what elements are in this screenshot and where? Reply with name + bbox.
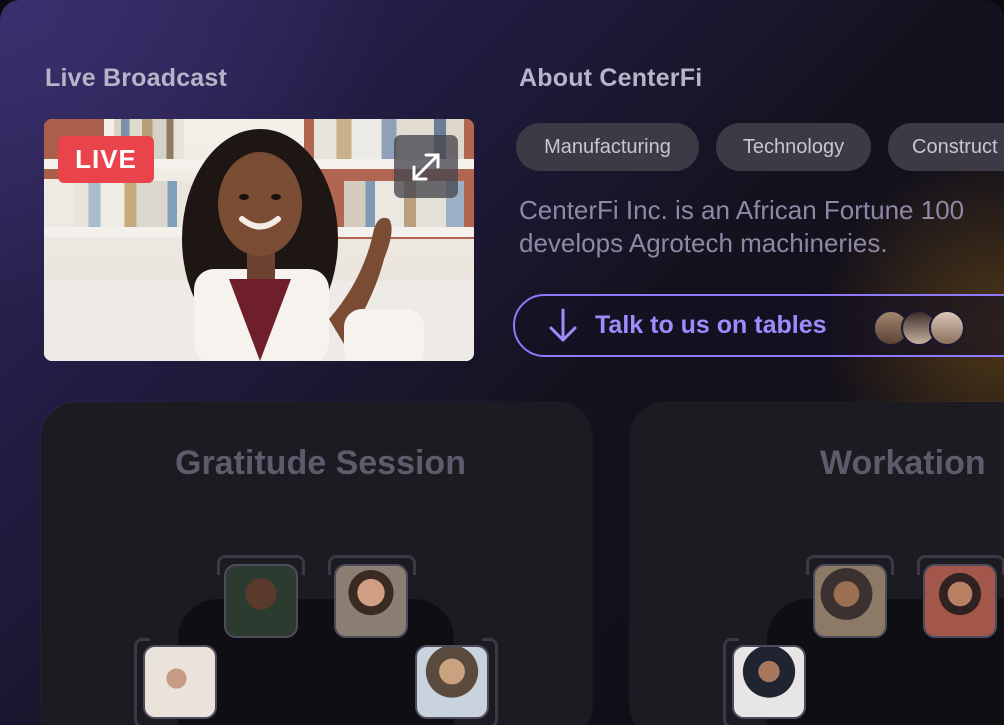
arrow-down-icon [549,308,577,342]
tag-technology[interactable]: Technology [716,123,871,171]
table-shape [178,599,454,725]
seat-avatar[interactable] [923,564,997,638]
app-frame: Live Broadcast LIVE About CenterFi Manuf… [0,0,1004,725]
description-line: CenterFi Inc. is an African Fortune 100 [519,195,965,225]
participant-avatar [929,310,965,346]
company-description: CenterFi Inc. is an African Fortune 100 … [519,194,1004,260]
talk-to-us-button[interactable]: Talk to us on tables [513,294,1004,357]
seat-avatar[interactable] [143,645,217,719]
tag-manufacturing[interactable]: Manufacturing [516,123,699,171]
live-broadcast-heading: Live Broadcast [45,64,228,92]
room-card-gratitude-session[interactable]: Gratitude Session [41,402,592,725]
live-video-player[interactable]: LIVE [44,119,474,361]
room-title: Workation [820,444,986,482]
seat-avatar[interactable] [813,564,887,638]
room-title: Gratitude Session [175,444,466,482]
talk-to-us-label: Talk to us on tables [595,311,827,339]
about-heading: About CenterFi [519,64,703,92]
room-card-workation[interactable]: Workation [630,402,1004,725]
expand-icon [412,153,440,180]
tag-construction[interactable]: Construct [888,123,1004,171]
seat-avatar[interactable] [224,564,298,638]
expand-button[interactable] [394,135,458,198]
seat-avatar[interactable] [732,645,806,719]
live-badge: LIVE [58,136,154,183]
seat-avatar[interactable] [334,564,408,638]
description-line: develops Agrotech machineries. [519,228,888,258]
seat-avatar[interactable] [415,645,489,719]
